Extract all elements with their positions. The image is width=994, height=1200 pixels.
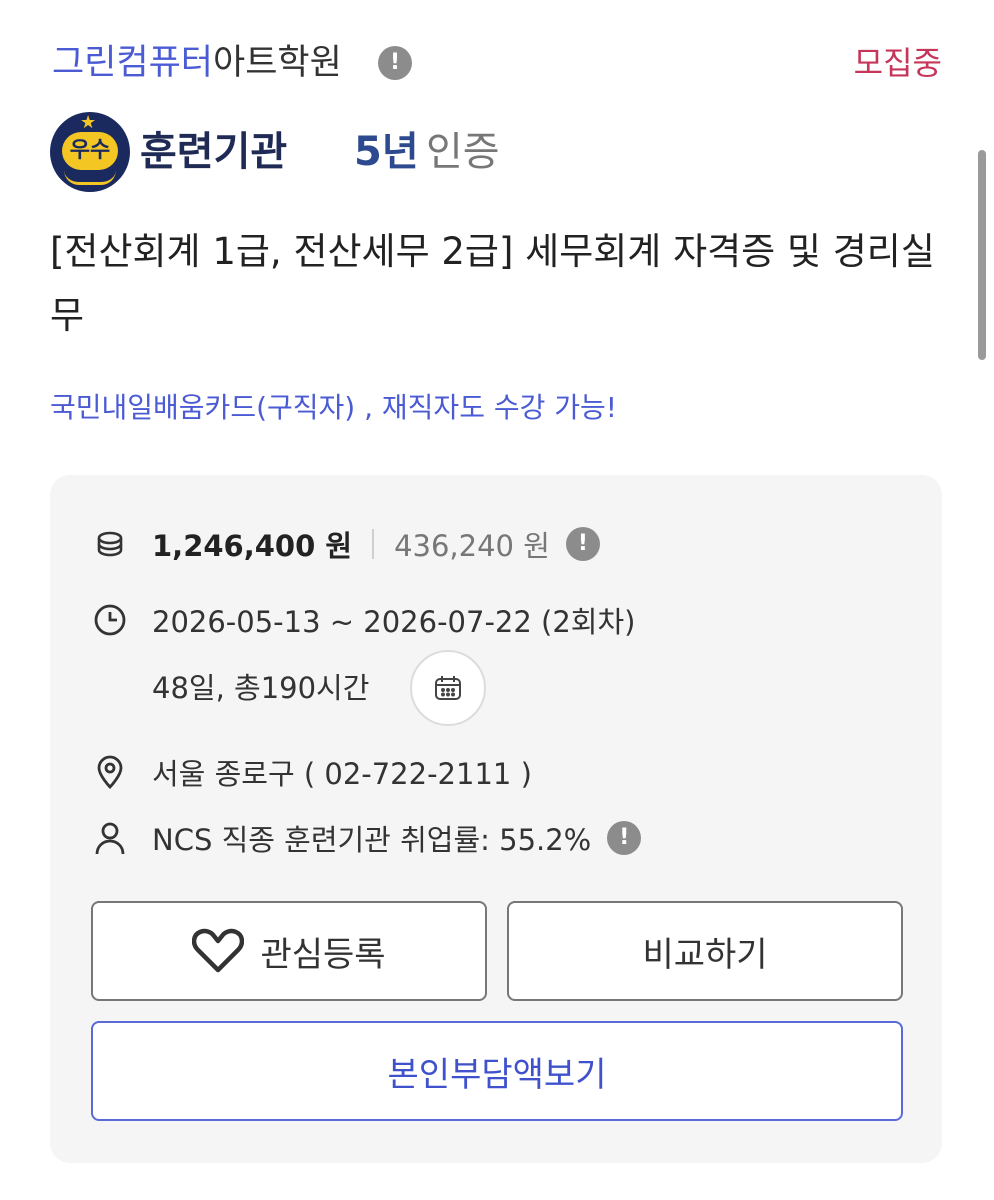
employment-text: NCS 직종 훈련기관 취업률: 55.2% — [152, 823, 592, 857]
favorite-button-label: 관심등록 — [260, 934, 386, 975]
period-row: 2026-05-13 ~ 2026-07-22 (2회차) — [90, 599, 635, 641]
recruiting-status-badge: 모집중 — [853, 44, 942, 82]
period-text: 2026-05-13 ~ 2026-07-22 (2회차) — [152, 605, 636, 639]
price-total: 1,246,400 원 — [152, 529, 353, 563]
excellent-emblem-icon: ★ 우수 — [50, 112, 130, 192]
location-pin-icon — [90, 752, 130, 792]
wreath-icon — [64, 170, 116, 185]
coins-icon — [90, 524, 130, 564]
location-text: 서울 종로구 ( 02-722-2111 ) — [152, 757, 532, 791]
duration-row: 48일, 총190시간 — [152, 665, 369, 707]
certification-badge: ★ 우수 훈련기관 5년 인증 — [50, 112, 650, 194]
price-self: 436,240 원 — [394, 529, 550, 563]
compare-button[interactable]: 비교하기 — [507, 901, 903, 1001]
employment-info-icon[interactable]: ! — [607, 821, 642, 855]
scrollbar[interactable] — [978, 150, 986, 360]
calendar-icon — [435, 676, 461, 700]
location-row: 서울 종로구 ( 02-722-2111 ) — [90, 751, 532, 793]
favorite-button[interactable]: 관심등록 — [91, 901, 487, 1001]
badge-years-label: 5년 — [354, 129, 419, 175]
person-icon — [90, 818, 130, 858]
price-info-icon[interactable]: ! — [565, 527, 600, 561]
star-icon: ★ — [80, 112, 97, 133]
self-cost-button[interactable]: 본인부담액보기 — [91, 1021, 903, 1121]
academy-name[interactable]: 그린컴퓨터아트학원 — [52, 38, 342, 88]
price-row: 1,246,400 원 436,240 원 ! — [90, 523, 600, 565]
calendar-button[interactable] — [410, 650, 486, 726]
course-title: [전산회계 1급, 전산세무 2급] 세무회계 자격증 및 경리실무 — [50, 230, 935, 337]
employment-row: NCS 직종 훈련기관 취업률: 55.2% ! — [90, 817, 642, 859]
academy-name-rest: 아트학원 — [213, 43, 342, 83]
duration-text: 48일, 총190시간 — [152, 671, 370, 705]
badge-cert-label: 인증 — [426, 129, 500, 175]
badge-org-label: 훈련기관 — [140, 129, 288, 175]
clock-icon — [90, 600, 130, 640]
price-divider — [372, 529, 375, 559]
heart-icon — [192, 928, 245, 974]
compare-button-label: 비교하기 — [642, 934, 768, 975]
promo-text: 국민내일배움카드(구직자) , 재직자도 수강 가능! — [50, 391, 618, 424]
self-cost-button-label: 본인부담액보기 — [387, 1054, 607, 1095]
header-row: 그린컴퓨터아트학원 ! 모집중 — [52, 38, 942, 88]
emblem-label: 우수 — [62, 132, 118, 170]
course-detail-card: 1,246,400 원 436,240 원 ! 2026-05-13 ~ 202… — [50, 475, 942, 1163]
academy-info-icon[interactable]: ! — [378, 46, 412, 80]
academy-name-highlight: 그린컴퓨터 — [52, 43, 214, 83]
